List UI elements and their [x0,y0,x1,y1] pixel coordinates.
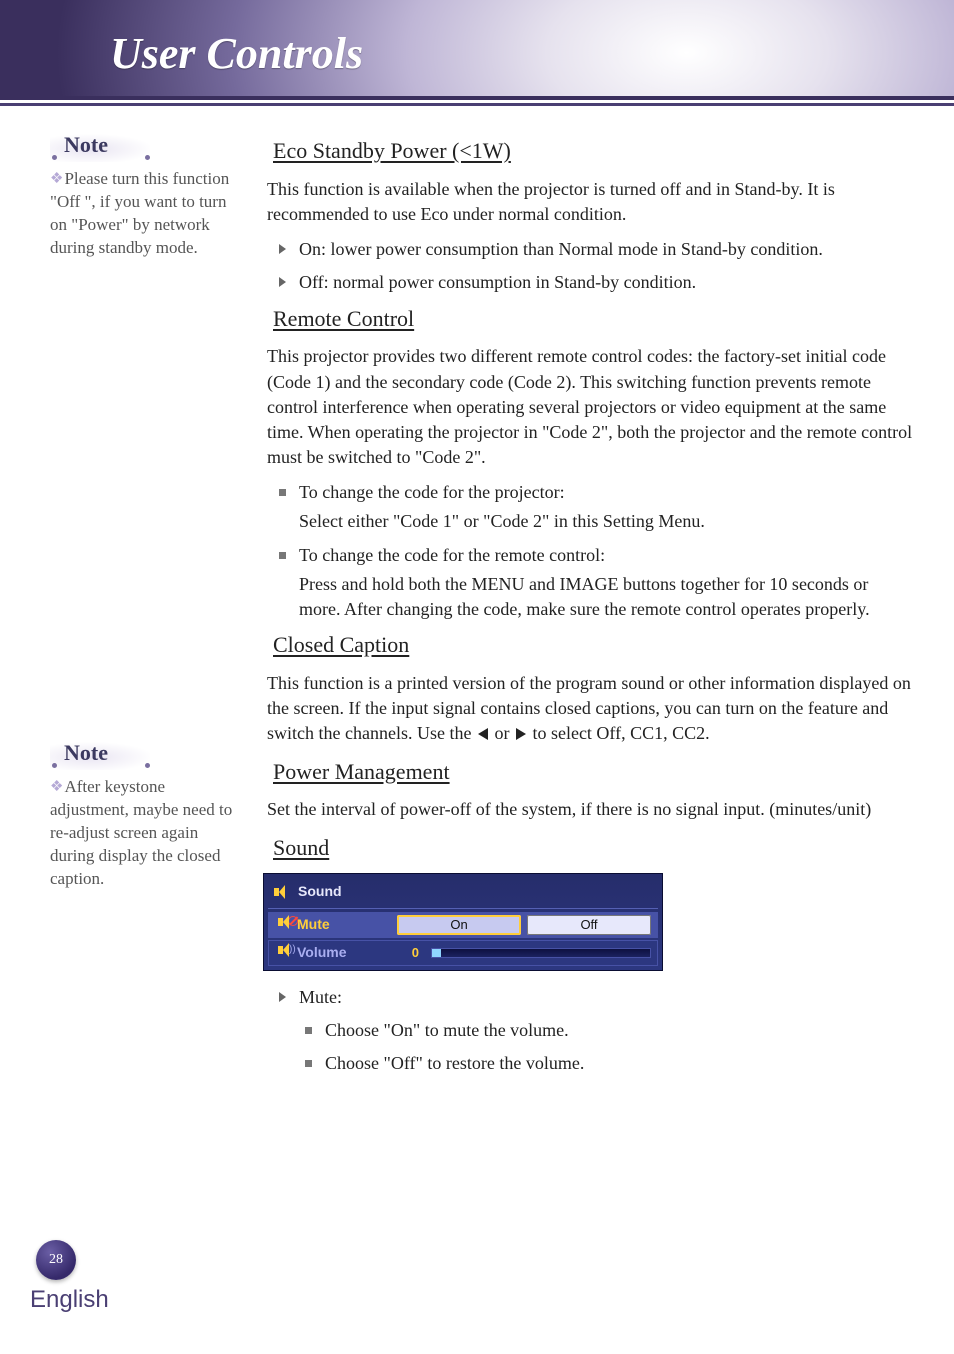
sound-volume-row[interactable]: )) Volume 0 [268,940,658,966]
right-arrow-icon [516,728,526,740]
eco-list: On: lower power consumption than Normal … [255,237,914,295]
page-title: User Controls [0,0,954,79]
note-badge-icon: Note [50,130,150,162]
cc-desc-mid: or [490,723,514,743]
page-footer: 28 English [30,1240,109,1314]
sidebar: Note ❖Please turn this function "Off ", … [50,130,255,1085]
remote-item-2-body: Press and hold both the MENU and IMAGE b… [299,572,914,622]
volume-value: 0 [397,944,419,962]
sound-mute-on: Choose "On" to mute the volume. [305,1018,914,1043]
language-label: English [30,1286,109,1314]
header-rule [0,103,954,106]
section-title-eco: Eco Standby Power (<1W) [255,136,914,167]
volume-control: 0 [397,944,651,962]
sound-panel-header: Sound [268,878,658,909]
speaker-icon [274,885,290,899]
remote-item-1-body: Select either "Code 1" or "Code 2" in th… [299,509,914,534]
page-number-badge: 28 [36,1240,76,1280]
cc-desc-b: to select Off, CC1, CC2. [528,723,710,743]
sound-desc-list: Mute: [255,985,914,1010]
diamond-bullet-icon: ❖ [50,779,63,795]
sound-mute-head: Mute: [279,985,914,1010]
left-arrow-icon [478,728,488,740]
note-badge-icon: Note [50,738,150,770]
remote-item-1-head: To change the code for the projector: [299,482,565,502]
note-block-1: Note ❖Please turn this function "Off ", … [50,130,237,260]
section-title-sound: Sound [255,833,914,864]
section-title-cc: Closed Caption [255,630,914,661]
remote-list: To change the code for the projector: Se… [255,480,914,622]
sound-header-label: Sound [298,882,342,902]
remote-item-1: To change the code for the projector: Se… [279,480,914,534]
sound-osd-panel: Sound Mute On Off )) Volume 0 [263,873,663,971]
section-title-remote: Remote Control [255,304,914,335]
note-text-2: ❖After keystone adjustment, maybe need t… [50,776,237,891]
eco-off-item: Off: normal power consumption in Stand-b… [279,270,914,295]
sound-mute-sublist: Choose "On" to mute the volume. Choose "… [255,1018,914,1076]
mute-on-option[interactable]: On [397,915,521,935]
main-content: Eco Standby Power (<1W) This function is… [255,130,914,1085]
page-header: User Controls [0,0,954,100]
mute-off-option[interactable]: Off [527,915,651,935]
remote-desc: This projector provides two different re… [255,344,914,470]
note-text-1: ❖Please turn this function "Off ", if yo… [50,168,237,260]
note1-text: Please turn this function "Off ", if you… [50,169,229,257]
sound-mute-off: Choose "Off" to restore the volume. [305,1051,914,1076]
note-block-2: Note ❖After keystone adjustment, maybe n… [50,738,237,891]
note2-text: After keystone adjustment, maybe need to… [50,777,232,888]
volume-label: Volume [297,943,397,963]
remote-item-2: To change the code for the remote contro… [279,543,914,623]
volume-icon: )) [275,943,297,963]
mute-icon [275,915,297,935]
page-body: Note ❖Please turn this function "Off ", … [0,100,954,1085]
section-title-pm: Power Management [255,757,914,788]
diamond-bullet-icon: ❖ [50,171,63,187]
volume-slider[interactable] [431,948,651,958]
eco-on-item: On: lower power consumption than Normal … [279,237,914,262]
cc-desc: This function is a printed version of th… [255,671,914,747]
mute-label: Mute [297,915,397,935]
eco-desc: This function is available when the proj… [255,177,914,227]
remote-item-2-head: To change the code for the remote contro… [299,545,605,565]
pm-desc: Set the interval of power-off of the sys… [255,797,914,822]
mute-options: On Off [397,915,651,935]
volume-fill [432,949,441,957]
sound-mute-row[interactable]: Mute On Off [268,912,658,938]
